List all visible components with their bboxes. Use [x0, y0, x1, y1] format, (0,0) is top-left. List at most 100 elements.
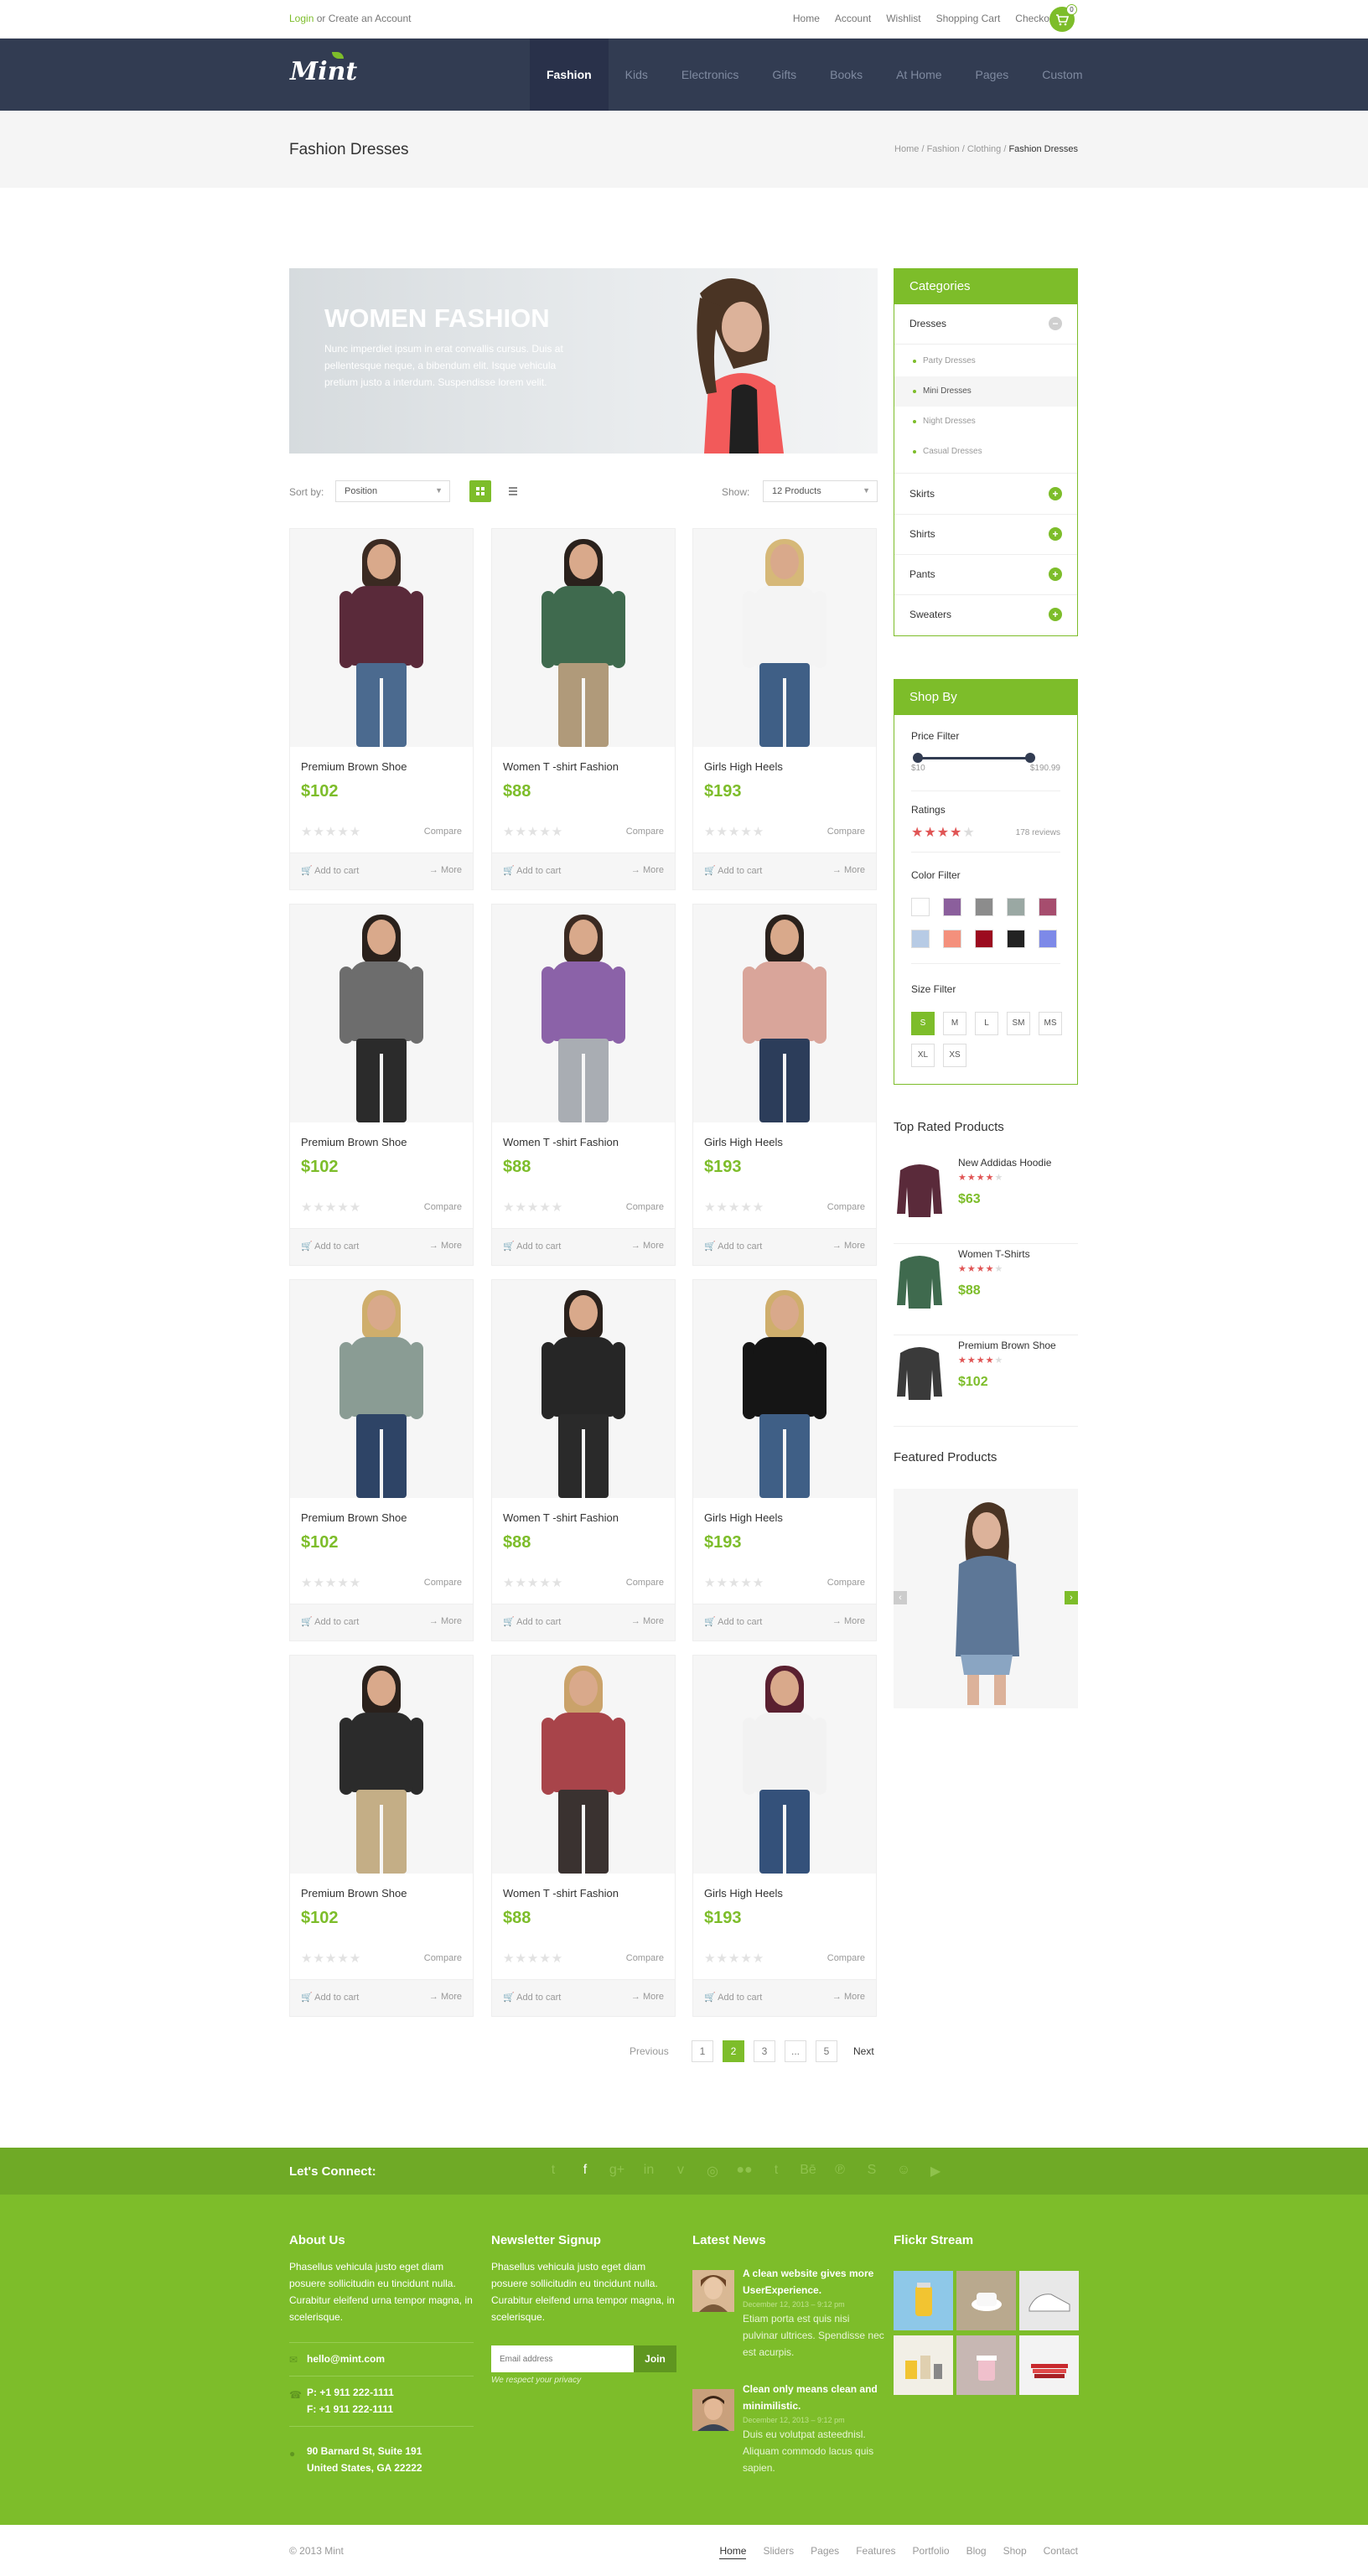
more-button[interactable]: → More	[429, 1992, 462, 2002]
category-shirts[interactable]: Shirts +	[894, 515, 1077, 555]
bottom-nav-shop[interactable]: Shop	[1003, 2545, 1027, 2559]
facebook-icon[interactable]: f	[575, 2163, 595, 2178]
more-button[interactable]: → More	[832, 1241, 865, 1251]
compare-link[interactable]: Compare	[827, 1953, 865, 1963]
compare-link[interactable]: Compare	[827, 1578, 865, 1588]
top-rated-thumb[interactable]	[894, 1245, 946, 1312]
page-3[interactable]: 3	[754, 2040, 775, 2062]
subcategory-party-dresses[interactable]: Party Dresses	[894, 346, 1077, 376]
category-skirts[interactable]: Skirts +	[894, 474, 1077, 515]
product-rating-stars[interactable]: ★★★★★	[704, 1575, 764, 1590]
product-name[interactable]: Women T -shirt Fashion	[503, 1887, 619, 1900]
price-slider-track[interactable]	[918, 757, 1032, 759]
subcategory-casual-dresses[interactable]: Casual Dresses	[894, 437, 1077, 474]
pagination-previous[interactable]: Previous	[630, 2040, 669, 2062]
plus-icon[interactable]: +	[1049, 527, 1062, 541]
product-card[interactable]: Women T -shirt Fashion $88 ★★★★★ Compare 🛒 A…	[491, 528, 676, 890]
color-swatch[interactable]	[1007, 930, 1025, 948]
product-image[interactable]	[290, 904, 473, 1122]
product-name[interactable]: Premium Brown Shoe	[301, 1136, 407, 1148]
more-button[interactable]: → More	[631, 1992, 664, 2002]
product-name[interactable]: Girls High Heels	[704, 1511, 783, 1524]
product-image[interactable]	[693, 904, 876, 1122]
size-option[interactable]: L	[975, 1012, 998, 1035]
add-to-cart-button[interactable]: 🛒 Add to cart	[503, 865, 561, 876]
product-rating-stars[interactable]: ★★★★★	[301, 824, 361, 839]
grid-view-button[interactable]	[469, 480, 491, 502]
flickr-icon[interactable]: ●●	[734, 2163, 754, 2178]
product-name[interactable]: Girls High Heels	[704, 1887, 783, 1900]
bottom-nav-portfolio[interactable]: Portfolio	[913, 2545, 950, 2559]
nav-at-home[interactable]: At Home	[879, 39, 958, 111]
page-1[interactable]: 1	[692, 2040, 713, 2062]
plus-icon[interactable]: +	[1049, 608, 1062, 621]
footer-email-link[interactable]: hello@mint.com	[307, 2351, 385, 2367]
product-card[interactable]: Women T -shirt Fashion $88 ★★★★★ Compare 🛒 A…	[491, 1655, 676, 2017]
color-swatch[interactable]	[1007, 898, 1025, 916]
price-slider-max-handle[interactable]	[1025, 753, 1035, 763]
color-swatch[interactable]	[975, 898, 993, 916]
add-to-cart-button[interactable]: 🛒 Add to cart	[503, 1992, 561, 2003]
pagination-next[interactable]: Next	[853, 2040, 874, 2062]
color-swatch[interactable]	[911, 930, 930, 948]
star-icon[interactable]: ★	[950, 826, 962, 840]
top-rated-thumb[interactable]	[894, 1336, 946, 1403]
color-swatch[interactable]	[975, 930, 993, 948]
top-link-home[interactable]: Home	[793, 13, 820, 24]
nav-books[interactable]: Books	[813, 39, 879, 111]
more-button[interactable]: → More	[429, 1616, 462, 1626]
product-card[interactable]: Premium Brown Shoe $102 ★★★★★ Compare 🛒 Add …	[289, 1279, 474, 1641]
flickr-photo[interactable]	[1019, 2271, 1079, 2330]
nav-custom[interactable]: Custom	[1025, 39, 1099, 111]
flickr-photo[interactable]	[894, 2271, 953, 2330]
rating-stars[interactable]: ★★★★★	[911, 824, 976, 841]
add-to-cart-button[interactable]: 🛒 Add to cart	[503, 1616, 561, 1627]
flickr-photo[interactable]	[1019, 2335, 1079, 2395]
breadcrumb-fashion[interactable]: Fashion	[927, 144, 960, 154]
breadcrumb-home[interactable]: Home	[894, 144, 919, 154]
product-rating-stars[interactable]: ★★★★★	[503, 1575, 563, 1590]
product-card[interactable]: Women T -shirt Fashion $88 ★★★★★ Compare 🛒 A…	[491, 1279, 676, 1641]
minus-icon[interactable]: −	[1049, 317, 1062, 330]
size-option[interactable]: S	[911, 1012, 935, 1035]
top-rated-name[interactable]: Women T-Shirts	[958, 1248, 1030, 1260]
product-rating-stars[interactable]: ★★★★★	[503, 824, 563, 839]
product-name[interactable]: Premium Brown Shoe	[301, 1511, 407, 1524]
product-name[interactable]: Premium Brown Shoe	[301, 1887, 407, 1900]
top-rated-name[interactable]: Premium Brown Shoe	[958, 1340, 1056, 1351]
nav-electronics[interactable]: Electronics	[665, 39, 755, 111]
add-to-cart-button[interactable]: 🛒 Add to cart	[704, 865, 762, 876]
twitter-icon[interactable]: t	[543, 2163, 563, 2178]
bottom-nav-blog[interactable]: Blog	[966, 2545, 987, 2559]
product-name[interactable]: Premium Brown Shoe	[301, 760, 407, 773]
star-icon[interactable]: ★	[924, 826, 936, 840]
product-image[interactable]	[693, 1656, 876, 1874]
nav-fashion[interactable]: Fashion	[530, 39, 609, 111]
show-select[interactable]: 12 Products ▼	[763, 480, 878, 502]
top-rated-item[interactable]: New Addidas Hoodie ★★★★★ $63	[894, 1153, 1078, 1244]
category-pants[interactable]: Pants +	[894, 555, 1077, 595]
top-link-wishlist[interactable]: Wishlist	[886, 13, 920, 24]
more-button[interactable]: → More	[832, 865, 865, 875]
color-swatch[interactable]	[1039, 898, 1057, 916]
product-card[interactable]: Girls High Heels $193 ★★★★★ Compare 🛒 Add to…	[692, 1655, 877, 2017]
star-icon[interactable]: ★	[962, 826, 975, 840]
product-rating-stars[interactable]: ★★★★★	[704, 1200, 764, 1215]
color-swatch[interactable]	[911, 898, 930, 916]
add-to-cart-button[interactable]: 🛒 Add to cart	[503, 1241, 561, 1252]
logo[interactable]: Mint	[290, 52, 357, 86]
newsletter-email-input[interactable]	[491, 2345, 634, 2372]
product-name[interactable]: Women T -shirt Fashion	[503, 760, 619, 773]
more-button[interactable]: → More	[832, 1992, 865, 2002]
vimeo-icon[interactable]: v	[671, 2163, 691, 2178]
bottom-nav-contact[interactable]: Contact	[1044, 2545, 1078, 2559]
flickr-photo[interactable]	[894, 2335, 953, 2395]
flickr-photo[interactable]	[956, 2271, 1016, 2330]
product-name[interactable]: Women T -shirt Fashion	[503, 1136, 619, 1148]
product-card[interactable]: Premium Brown Shoe $102 ★★★★★ Compare 🛒 Add …	[289, 528, 474, 890]
product-image[interactable]	[693, 529, 876, 747]
product-image[interactable]	[492, 1656, 675, 1874]
tumblr-icon[interactable]: t	[766, 2163, 786, 2178]
plus-icon[interactable]: +	[1049, 487, 1062, 500]
bottom-nav-pages[interactable]: Pages	[811, 2545, 839, 2559]
